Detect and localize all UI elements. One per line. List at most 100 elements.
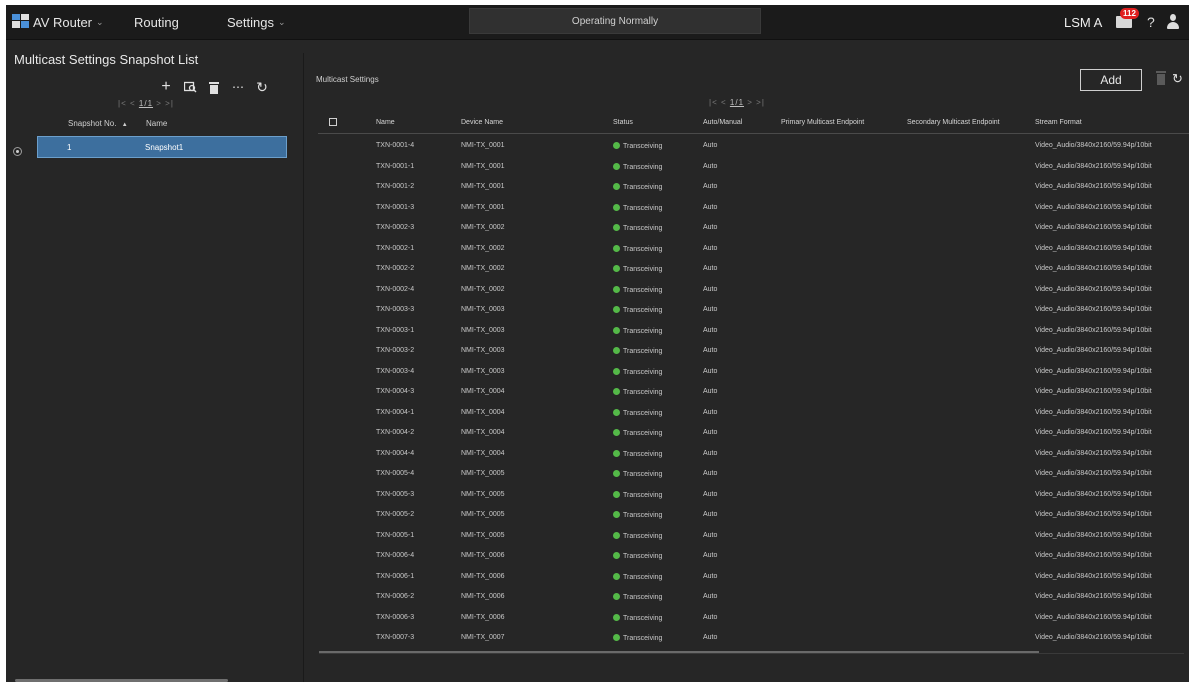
cell-stream-format: Video_Audio/3840x2160/59.94p/10bit bbox=[1035, 367, 1152, 375]
app-menu[interactable]: AV Router ⌄ bbox=[33, 5, 104, 39]
column-header-stream-format[interactable]: Stream Format bbox=[1035, 119, 1082, 126]
table-row[interactable]: TXN-0001-1 NMI-TX_0001 Transceiving Auto… bbox=[318, 157, 1189, 178]
table-row[interactable]: TXN-0007-3 NMI-TX_0007 Transceiving Auto… bbox=[318, 628, 1189, 649]
table-row[interactable]: TXN-0002-4 NMI-TX_0002 Transceiving Auto… bbox=[318, 280, 1189, 301]
table-row[interactable]: TXN-0004-3 NMI-TX_0004 Transceiving Auto… bbox=[318, 382, 1189, 403]
cell-name: TXN-0004-2 bbox=[376, 429, 415, 436]
refresh-icon[interactable]: ↻ bbox=[1172, 71, 1183, 87]
table-row[interactable]: TXN-0006-2 NMI-TX_0006 Transceiving Auto… bbox=[318, 587, 1189, 608]
prev-page-icon[interactable]: < bbox=[130, 99, 136, 108]
table-row[interactable]: TXN-0003-1 NMI-TX_0003 Transceiving Auto… bbox=[318, 321, 1189, 342]
table-row[interactable]: TXN-0005-4 NMI-TX_0005 Transceiving Auto… bbox=[318, 464, 1189, 485]
table-row[interactable]: TXN-0006-3 NMI-TX_0006 Transceiving Auto… bbox=[318, 608, 1189, 629]
snapshot-row[interactable]: 1 Snapshot1 bbox=[37, 136, 287, 158]
cell-status: Transceiving bbox=[613, 183, 662, 191]
status-ok-icon bbox=[613, 634, 620, 641]
plus-icon[interactable]: + bbox=[157, 77, 175, 97]
right-horizontal-scrollbar[interactable] bbox=[319, 651, 1039, 653]
table-row[interactable]: TXN-0004-4 NMI-TX_0004 Transceiving Auto… bbox=[318, 444, 1189, 465]
prev-page-icon[interactable]: < bbox=[721, 98, 727, 107]
table-row[interactable]: TXN-0005-3 NMI-TX_0005 Transceiving Auto… bbox=[318, 485, 1189, 506]
nav-routing[interactable]: Routing bbox=[134, 5, 179, 39]
next-page-icon[interactable]: > bbox=[156, 99, 162, 108]
last-page-icon[interactable]: >| bbox=[756, 98, 765, 107]
cell-name: TXN-0004-1 bbox=[376, 408, 415, 416]
table-row[interactable]: TXN-0005-1 NMI-TX_0005 Transceiving Auto… bbox=[318, 526, 1189, 547]
copy-icon[interactable] bbox=[181, 77, 199, 97]
table-row[interactable]: TXN-0004-2 NMI-TX_0004 Transceiving Auto… bbox=[318, 423, 1189, 444]
status-ok-icon bbox=[613, 572, 620, 580]
cell-stream-format: Video_Audio/3840x2160/59.94p/10bit bbox=[1035, 285, 1152, 293]
cell-status: Transceiving bbox=[613, 224, 662, 232]
column-header-status[interactable]: Status bbox=[613, 119, 633, 126]
cell-auto-manual: Auto bbox=[703, 470, 718, 477]
cell-auto-manual: Auto bbox=[703, 634, 718, 641]
cell-status: Transceiving bbox=[613, 429, 662, 437]
settings-page-indicator: 1/1 bbox=[729, 98, 745, 107]
column-header-device-name[interactable]: Device Name bbox=[461, 119, 503, 126]
first-page-icon[interactable]: |< bbox=[118, 99, 127, 108]
column-header-auto-manual[interactable]: Auto/Manual bbox=[703, 119, 742, 126]
status-ok-icon bbox=[613, 224, 620, 231]
table-row[interactable]: TXN-0005-2 NMI-TX_0005 Transceiving Auto… bbox=[318, 505, 1189, 526]
status-ok-icon bbox=[613, 408, 620, 416]
table-row[interactable]: TXN-0003-3 NMI-TX_0003 Transceiving Auto… bbox=[318, 300, 1189, 321]
refresh-icon[interactable]: ↻ bbox=[253, 77, 271, 97]
right-scroll-track bbox=[319, 653, 1184, 654]
nav-settings[interactable]: Settings ⌄ bbox=[227, 5, 286, 39]
column-header-name[interactable]: Name bbox=[146, 119, 167, 128]
top-bar: AV Router ⌄ Routing Settings ⌄ Operating… bbox=[6, 5, 1189, 40]
cell-status-text: Transceiving bbox=[623, 491, 663, 499]
cell-auto-manual: Auto bbox=[703, 224, 718, 231]
cell-stream-format: Video_Audio/3840x2160/59.94p/10bit bbox=[1035, 511, 1152, 518]
table-row[interactable]: TXN-0002-1 NMI-TX_0002 Transceiving Auto… bbox=[318, 239, 1189, 260]
trash-icon[interactable] bbox=[1156, 71, 1166, 85]
more-icon[interactable]: ⋯ bbox=[229, 77, 247, 97]
table-row[interactable]: TXN-0004-1 NMI-TX_0004 Transceiving Auto… bbox=[318, 403, 1189, 424]
chevron-down-icon: ⌄ bbox=[277, 16, 286, 27]
status-ok-icon bbox=[613, 162, 620, 170]
help-icon[interactable]: ? bbox=[1147, 5, 1155, 39]
add-button[interactable]: Add bbox=[1080, 69, 1142, 91]
table-row[interactable]: TXN-0003-4 NMI-TX_0003 Transceiving Auto… bbox=[318, 362, 1189, 383]
first-page-icon[interactable]: |< bbox=[709, 98, 718, 107]
table-row[interactable]: TXN-0001-4 NMI-TX_0001 Transceiving Auto… bbox=[318, 136, 1189, 157]
settings-pager[interactable]: |< < 1/1 > >| bbox=[709, 98, 765, 107]
snapshot-pager[interactable]: |< < 1/1 > >| bbox=[118, 99, 174, 108]
table-row[interactable]: TXN-0002-2 NMI-TX_0002 Transceiving Auto… bbox=[318, 259, 1189, 280]
column-header-secondary-endpoint[interactable]: Secondary Multicast Endpoint bbox=[907, 119, 1000, 126]
column-header-snapshot-no[interactable]: Snapshot No. ▲ bbox=[68, 119, 128, 128]
snapshot-radio[interactable] bbox=[13, 147, 22, 156]
next-page-icon[interactable]: > bbox=[747, 98, 753, 107]
left-horizontal-scrollbar[interactable] bbox=[15, 679, 228, 682]
cell-stream-format: Video_Audio/3840x2160/59.94p/10bit bbox=[1035, 449, 1152, 457]
user-name-label: LSM A bbox=[1064, 14, 1103, 30]
last-page-icon[interactable]: >| bbox=[165, 99, 174, 108]
table-row[interactable]: TXN-0001-2 NMI-TX_0001 Transceiving Auto… bbox=[318, 177, 1189, 198]
table-row[interactable]: TXN-0003-2 NMI-TX_0003 Transceiving Auto… bbox=[318, 341, 1189, 362]
select-all-checkbox[interactable] bbox=[329, 118, 337, 126]
app-name: AV Router bbox=[33, 14, 93, 30]
trash-icon[interactable] bbox=[205, 77, 223, 97]
cell-stream-format: Video_Audio/3840x2160/59.94p/10bit bbox=[1035, 470, 1152, 477]
cell-device-name: NMI-TX_0002 bbox=[461, 224, 505, 231]
column-header-name[interactable]: Name bbox=[376, 119, 395, 126]
table-row[interactable]: TXN-0002-3 NMI-TX_0002 Transceiving Auto… bbox=[318, 218, 1189, 239]
user-icon[interactable] bbox=[1166, 14, 1180, 30]
cell-name: TXN-0001-1 bbox=[376, 162, 415, 170]
cell-stream-format: Video_Audio/3840x2160/59.94p/10bit bbox=[1035, 531, 1152, 539]
cell-status-text: Transceiving bbox=[623, 368, 663, 376]
cell-stream-format: Video_Audio/3840x2160/59.94p/10bit bbox=[1035, 613, 1152, 621]
nav-routing-label: Routing bbox=[134, 14, 179, 30]
table-row[interactable]: TXN-0006-1 NMI-TX_0006 Transceiving Auto… bbox=[318, 567, 1189, 588]
table-row[interactable]: TXN-0001-3 NMI-TX_0001 Transceiving Auto… bbox=[318, 198, 1189, 219]
cell-status: Transceiving bbox=[613, 142, 662, 150]
user-name[interactable]: LSM A bbox=[1064, 5, 1102, 39]
cell-name: TXN-0004-4 bbox=[376, 449, 415, 457]
status-ok-icon bbox=[613, 449, 620, 457]
cell-device-name: NMI-TX_0003 bbox=[461, 326, 505, 334]
column-header-primary-endpoint[interactable]: Primary Multicast Endpoint bbox=[781, 119, 864, 126]
notification-badge: 112 bbox=[1120, 8, 1139, 19]
table-row[interactable]: TXN-0006-4 NMI-TX_0006 Transceiving Auto… bbox=[318, 546, 1189, 567]
snapshot-list-title: Multicast Settings Snapshot List bbox=[14, 52, 199, 67]
